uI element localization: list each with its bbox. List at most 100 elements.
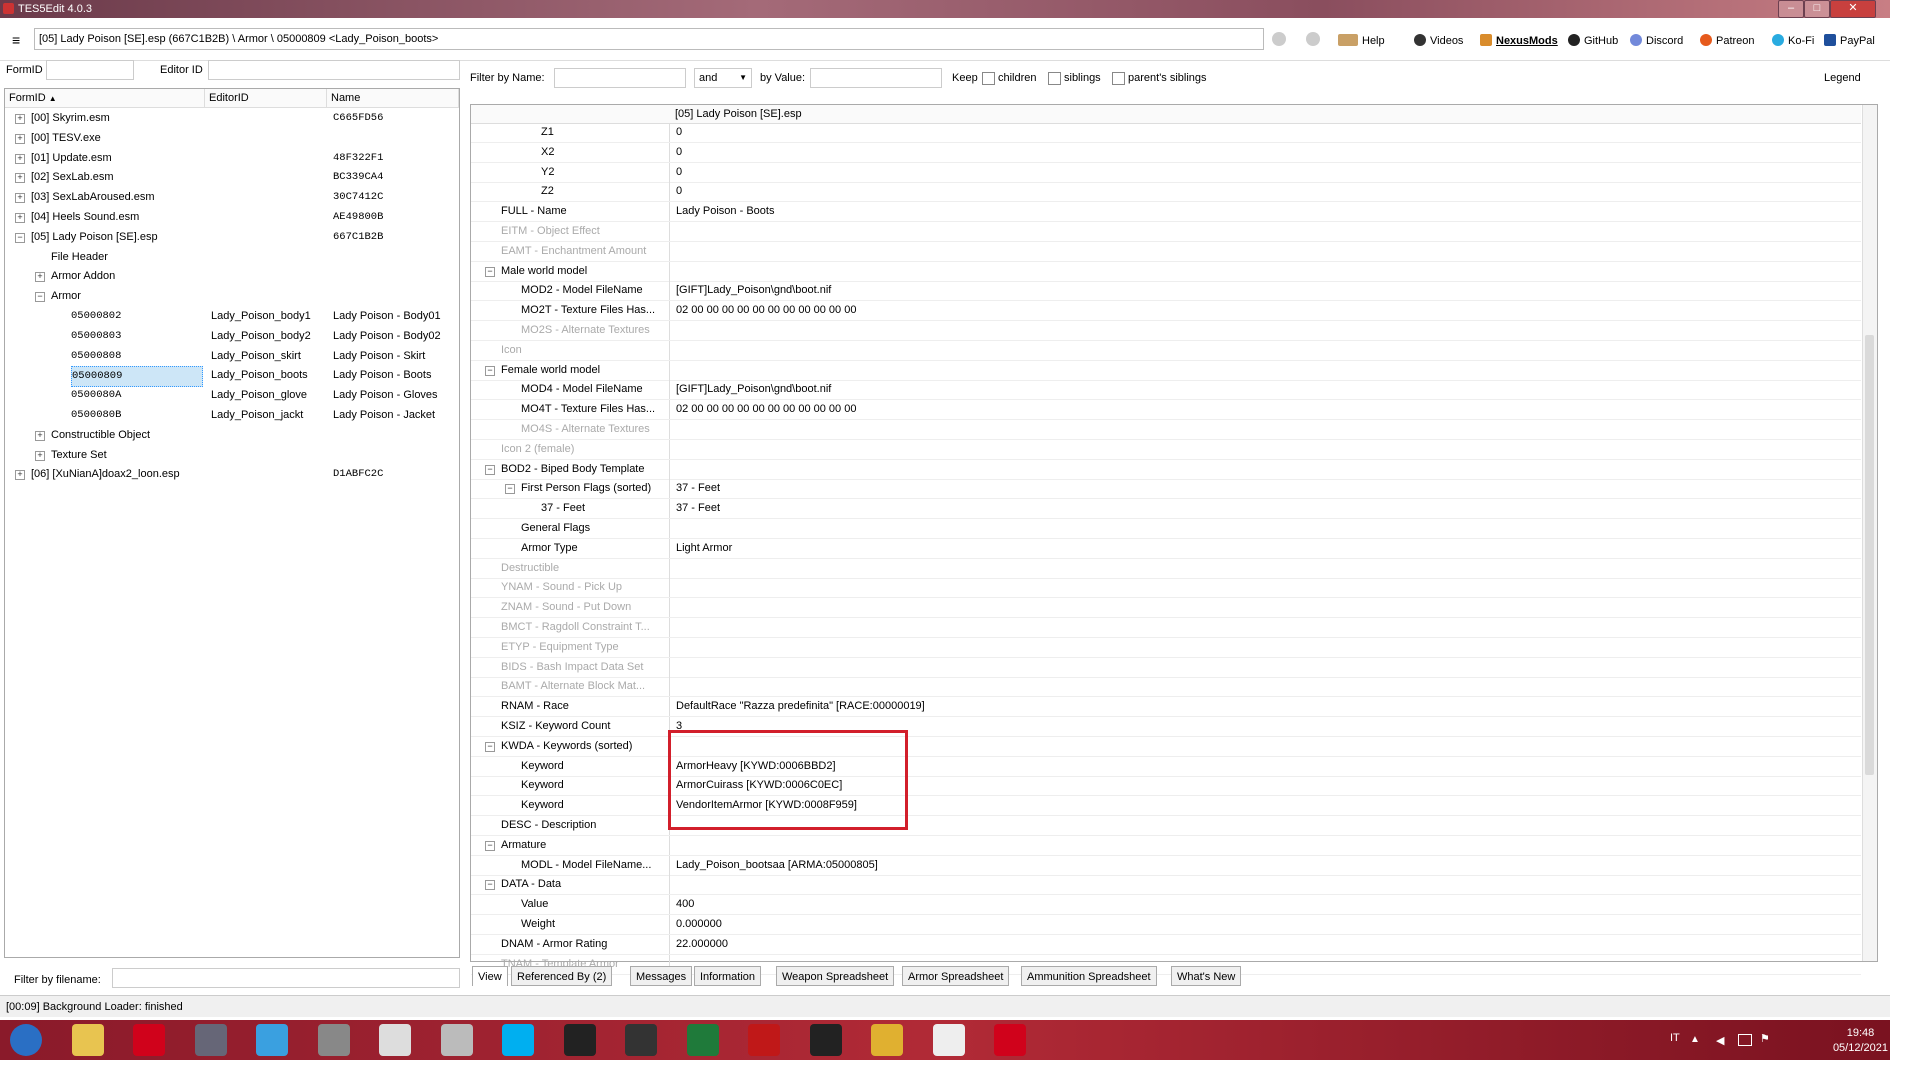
record-field-row[interactable]: Z1 0: [471, 123, 1861, 143]
record-field-row[interactable]: ZNAM - Sound - Put Down: [471, 598, 1861, 619]
expand-icon[interactable]: +: [35, 450, 45, 461]
tab-weapon-spreadsheet[interactable]: Weapon Spreadsheet: [776, 966, 895, 986]
field-value[interactable]: DefaultRace "Razza predefinita" [RACE:00…: [676, 697, 925, 716]
editorid-column-header[interactable]: EditorID: [205, 89, 327, 107]
tree-row[interactable]: + [06] [XuNianA]doax2_loon.esp D1ABFC2C: [5, 465, 459, 484]
editorid-search-input[interactable]: [208, 60, 460, 80]
field-value[interactable]: 37 - Feet: [676, 479, 720, 498]
patreon-link[interactable]: Patreon: [1700, 34, 1755, 48]
legend-button[interactable]: Legend: [1824, 72, 1861, 84]
field-value[interactable]: 02 00 00 00 00 00 00 00 00 00 00 00: [676, 400, 856, 419]
collapse-icon[interactable]: −: [485, 741, 495, 752]
field-value[interactable]: [GIFT]Lady_Poison\gnd\boot.nif: [676, 380, 831, 399]
record-field-row[interactable]: ETYP - Equipment Type: [471, 637, 1861, 658]
kofi-link[interactable]: Ko-Fi: [1772, 34, 1814, 48]
collapse-icon[interactable]: −: [505, 484, 515, 495]
field-value[interactable]: Light Armor: [676, 539, 732, 558]
itunes-icon[interactable]: [256, 1024, 288, 1056]
mod-manager-icon[interactable]: [563, 1024, 596, 1056]
record-field-row[interactable]: Value 400: [471, 895, 1861, 916]
record-field-row[interactable]: MO4T - Texture Files Has... 02 00 00 00 0…: [471, 400, 1861, 421]
record-field-row[interactable]: BIDS - Bash Impact Data Set: [471, 657, 1861, 678]
tree-row[interactable]: + Texture Set: [5, 446, 459, 465]
clock[interactable]: 19:48 05/12/2021: [1833, 1026, 1888, 1056]
parents-siblings-checkbox[interactable]: [1112, 72, 1125, 85]
field-value[interactable]: [GIFT]Lady_Poison\gnd\boot.nif: [676, 281, 831, 300]
collapse-icon[interactable]: −: [485, 880, 495, 891]
back-icon[interactable]: [1272, 32, 1286, 46]
tree-row[interactable]: 05000809 Lady_Poison_boots Lady Poison - B…: [5, 366, 459, 388]
tree-row[interactable]: 05000802 Lady_Poison_body1 Lady Poison - B…: [5, 307, 459, 326]
videos-link[interactable]: Videos: [1414, 34, 1463, 48]
tree-row[interactable]: + [01] Update.esm 48F322F1: [5, 149, 459, 168]
ffdec-icon[interactable]: [379, 1024, 411, 1056]
help-link[interactable]: Help: [1338, 34, 1385, 48]
tree-row[interactable]: File Header: [5, 248, 459, 267]
paypal-link[interactable]: PayPal: [1824, 34, 1875, 48]
discord-link[interactable]: Discord: [1630, 34, 1683, 48]
start-orb-icon[interactable]: [10, 1024, 42, 1056]
tree-row[interactable]: 0500080B Lady_Poison_jackt Lady Poison - J…: [5, 406, 459, 425]
media-center-icon[interactable]: [194, 1024, 227, 1056]
explorer-icon[interactable]: [71, 1024, 104, 1056]
tab-ammunition-spreadsheet[interactable]: Ammunition Spreadsheet: [1021, 966, 1157, 986]
field-value[interactable]: 0: [676, 143, 682, 162]
xedit-icon[interactable]: [625, 1024, 657, 1056]
expand-icon[interactable]: +: [15, 193, 25, 204]
record-view[interactable]: [05] Lady Poison [SE].esp Z1 0 X2 0 Y2 0 Z2 0 FU…: [470, 104, 1878, 975]
flag-icon[interactable]: ⚑: [1760, 1032, 1770, 1045]
expand-icon[interactable]: +: [35, 272, 45, 283]
expand-icon[interactable]: +: [15, 173, 25, 184]
record-field-row[interactable]: RNAM - Race DefaultRace "Razza predefinit…: [471, 697, 1861, 718]
record-field-row[interactable]: − Male world model: [471, 261, 1861, 282]
expand-icon[interactable]: +: [15, 153, 25, 164]
tree-row[interactable]: + [00] Skyrim.esm C665FD56: [5, 109, 459, 128]
skyrim-icon[interactable]: [932, 1024, 965, 1056]
language-indicator[interactable]: IT: [1670, 1032, 1680, 1044]
siblings-checkbox[interactable]: [1048, 72, 1061, 85]
tab-view[interactable]: View: [472, 966, 508, 986]
field-value[interactable]: 0: [676, 123, 682, 142]
record-field-row[interactable]: DNAM - Armor Rating 22.000000: [471, 934, 1861, 955]
tray-arrow-icon[interactable]: ▲: [1690, 1034, 1700, 1045]
children-checkbox[interactable]: [982, 72, 995, 85]
collapse-icon[interactable]: −: [15, 232, 25, 243]
network-icon[interactable]: [1738, 1034, 1752, 1046]
record-field-row[interactable]: MO4S - Alternate Textures: [471, 420, 1861, 440]
field-value[interactable]: 400: [676, 895, 694, 914]
file-column-header[interactable]: [05] Lady Poison [SE].esp: [671, 105, 802, 123]
tree-row[interactable]: 05000808 Lady_Poison_skirt Lady Poison - S…: [5, 347, 459, 366]
expand-icon[interactable]: +: [15, 133, 25, 144]
filter-name-input[interactable]: [554, 68, 686, 88]
maximize-button[interactable]: □: [1804, 0, 1830, 18]
collapse-icon[interactable]: −: [485, 365, 495, 376]
collapse-icon[interactable]: −: [485, 464, 495, 475]
audio-icon[interactable]: [317, 1024, 350, 1056]
field-value[interactable]: Lady_Poison_bootsaa [ARMA:05000805]: [676, 856, 878, 875]
field-value[interactable]: 0.000000: [676, 915, 722, 934]
record-field-row[interactable]: Y2 0: [471, 162, 1861, 183]
record-field-row[interactable]: BAMT - Alternate Block Mat...: [471, 677, 1861, 698]
record-path-box[interactable]: [05] Lady Poison [SE].esp (667C1B2B) \ A…: [34, 28, 1264, 50]
record-field-row[interactable]: − Armature: [471, 835, 1861, 856]
field-value[interactable]: 37 - Feet: [676, 499, 720, 518]
collapse-icon[interactable]: −: [35, 292, 45, 303]
field-value[interactable]: 22.000000: [676, 935, 728, 954]
volume-icon[interactable]: ◀: [1716, 1034, 1724, 1047]
tree-row[interactable]: − [05] Lady Poison [SE].esp 667C1B2B: [5, 228, 459, 247]
tree-row[interactable]: 05000803 Lady_Poison_body2 Lady Poison - B…: [5, 327, 459, 346]
collapse-icon[interactable]: −: [485, 266, 495, 277]
record-field-row[interactable]: MOD4 - Model FileName [GIFT]Lady_Poison\g…: [471, 380, 1861, 401]
record-field-row[interactable]: X2 0: [471, 142, 1861, 163]
field-value[interactable]: 0: [676, 163, 682, 182]
tab-referenced-by-2[interactable]: Referenced By (2): [511, 966, 613, 986]
record-field-row[interactable]: EITM - Object Effect: [471, 222, 1861, 242]
tab-information[interactable]: Information: [694, 966, 762, 986]
github-link[interactable]: GitHub: [1568, 34, 1618, 48]
flash-icon[interactable]: [748, 1024, 780, 1056]
filter-value-input[interactable]: [810, 68, 942, 88]
tree-row[interactable]: + Armor Addon: [5, 267, 459, 286]
record-field-row[interactable]: EAMT - Enchantment Amount: [471, 241, 1861, 262]
tree-row[interactable]: 0500080A Lady_Poison_glove Lady Poison - G…: [5, 386, 459, 405]
record-field-row[interactable]: Icon 2 (female): [471, 439, 1861, 460]
